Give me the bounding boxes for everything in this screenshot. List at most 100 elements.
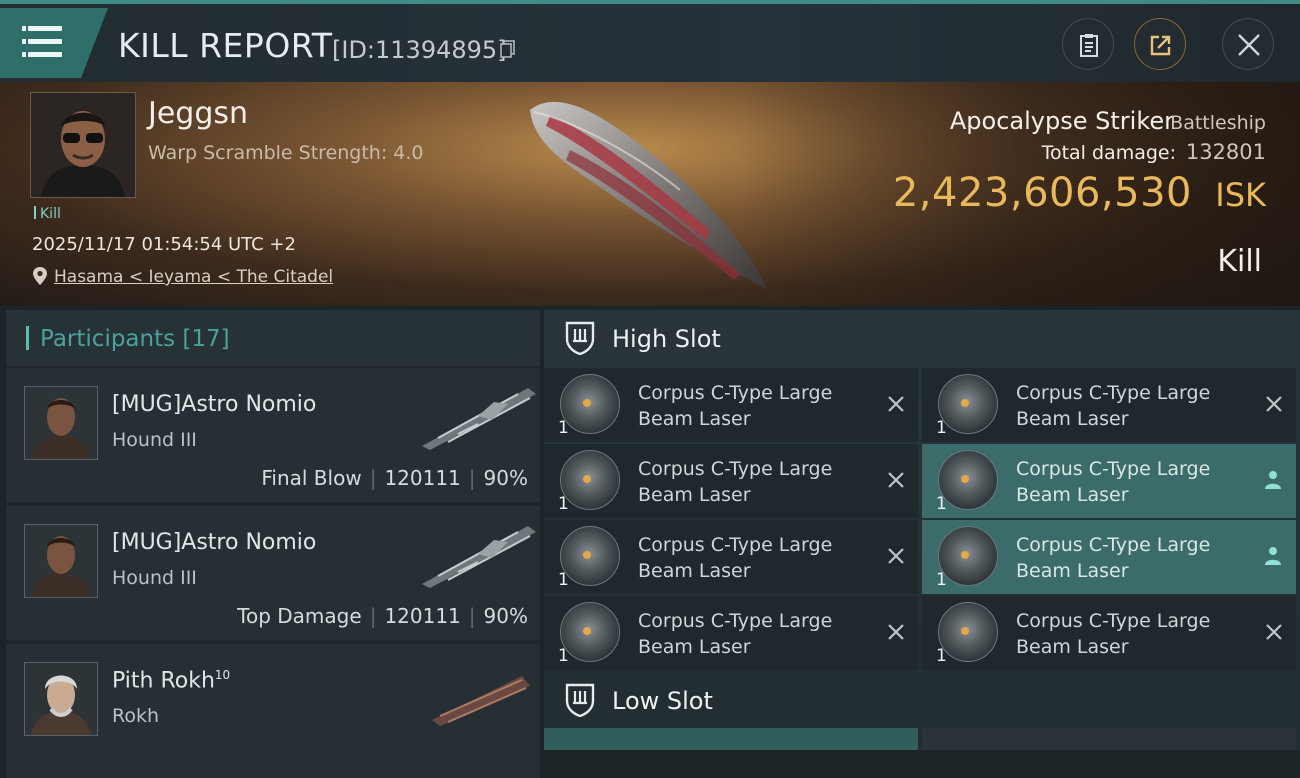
destroyed-icon [888, 548, 904, 564]
participants-label: Participants [17] [40, 326, 230, 352]
module-name: Corpus C-Type Large Beam Laser [1016, 380, 1256, 432]
participant-percent: 90% [483, 466, 528, 490]
module-icon [560, 450, 620, 510]
victim-ship-image[interactable] [510, 90, 790, 300]
avatar [24, 386, 98, 460]
stat-separator: | [468, 604, 476, 628]
module-name-line2: Beam Laser [1016, 484, 1129, 506]
module-item[interactable]: 1 Corpus C-Type Large Beam Laser [544, 444, 918, 518]
victim-portrait[interactable] [30, 92, 136, 198]
module-name-line1: Corpus C-Type Large [638, 382, 833, 404]
participant-stats: Top Damage | 120111 | 90% [237, 604, 528, 628]
avatar [31, 93, 135, 197]
module-name-line1: Corpus C-Type Large [638, 610, 833, 632]
participant-name[interactable]: Pith Rokh10 [112, 668, 230, 693]
module-name-line1: Corpus C-Type Large [1016, 534, 1211, 556]
high-slot-label: High Slot [612, 325, 721, 353]
module-item[interactable]: 1 Corpus C-Type Large Beam Laser [544, 596, 918, 670]
participant-ship: Hound III [112, 429, 197, 451]
module-name-line2: Beam Laser [1016, 560, 1129, 582]
module-quantity: 1 [936, 646, 947, 666]
module-icon [560, 526, 620, 586]
top-bar: KILL REPORT [ID:11394895] [0, 0, 1300, 82]
module-name: Corpus C-Type Large Beam Laser [638, 456, 878, 508]
module-name: Corpus C-Type Large Beam Laser [638, 380, 878, 432]
clipboard-icon [1080, 34, 1098, 57]
close-button[interactable] [1222, 18, 1274, 70]
destroyed-icon [1266, 396, 1282, 412]
module-item[interactable]: 1 Corpus C-Type Large Beam Laser [922, 444, 1296, 518]
share-button[interactable] [1134, 18, 1186, 70]
module-icon [560, 374, 620, 434]
destroyed-icon [888, 472, 904, 488]
low-slot-header: Low Slot [544, 672, 1300, 728]
participant-name[interactable]: [MUG]Astro Nomio [112, 392, 316, 417]
menu-icon-bar [22, 39, 62, 44]
high-slot-icon [565, 321, 595, 355]
module-item[interactable]: 1 Corpus C-Type Large Beam Laser [544, 368, 918, 442]
location-pin-icon [33, 267, 47, 285]
module-name-line2: Beam Laser [638, 408, 751, 430]
module-item[interactable]: 1 Corpus C-Type Large Beam Laser [922, 596, 1296, 670]
destroyed-icon [888, 624, 904, 640]
menu-button[interactable] [0, 8, 108, 78]
module-item-partial[interactable] [922, 728, 1296, 750]
module-name: Corpus C-Type Large Beam Laser [638, 532, 878, 584]
participant-card[interactable]: [MUG]Astro Nomio Hound III Top Damage | 12… [6, 506, 540, 640]
ship-name[interactable]: Apocalypse Striker [950, 107, 1174, 135]
victim-name[interactable]: Jeggsn [148, 96, 248, 131]
person-icon [1265, 471, 1281, 489]
module-icon [938, 602, 998, 662]
module-quantity: 1 [936, 494, 947, 514]
total-damage-label: Total damage: [1041, 142, 1176, 164]
participant-card[interactable]: [MUG]Astro Nomio Hound III Final Blow | 12… [6, 368, 540, 502]
module-name-line1: Corpus C-Type Large [1016, 610, 1211, 632]
menu-icon [22, 26, 62, 31]
participant-ship: Hound III [112, 567, 197, 589]
participant-ship-image [422, 388, 536, 450]
participant-ship-image [422, 526, 536, 588]
participant-damage: 120111 [384, 604, 461, 628]
module-icon [938, 374, 998, 434]
module-name-line1: Corpus C-Type Large [1016, 458, 1211, 480]
module-name-line2: Beam Laser [638, 636, 751, 658]
module-name: Corpus C-Type Large Beam Laser [1016, 456, 1256, 508]
report-id: [ID:11394895] [332, 36, 507, 64]
module-name-line2: Beam Laser [1016, 636, 1129, 658]
isk-unit: ISK [1215, 176, 1266, 214]
module-item-partial[interactable] [544, 728, 918, 750]
page-title: KILL REPORT [118, 26, 333, 65]
high-slot-header: High Slot [544, 310, 1300, 366]
location-link[interactable]: Hasama < Ieyama < The Citadel [54, 267, 333, 287]
module-item[interactable]: 1 Corpus C-Type Large Beam Laser [922, 368, 1296, 442]
module-name-line1: Corpus C-Type Large [638, 458, 833, 480]
report-button[interactable] [1062, 18, 1114, 70]
module-icon [560, 602, 620, 662]
participant-role: Final Blow [261, 466, 362, 490]
copy-icon[interactable] [500, 40, 516, 58]
participant-name-text: Pith Rokh [112, 668, 215, 694]
ship-class: Battleship [1170, 112, 1266, 134]
result-label: Kill [1217, 244, 1262, 279]
module-item[interactable]: 1 Corpus C-Type Large Beam Laser [544, 520, 918, 594]
module-item[interactable]: 1 Corpus C-Type Large Beam Laser [922, 520, 1296, 594]
participant-role: Top Damage [237, 604, 362, 628]
participant-card[interactable]: Pith Rokh10 Rokh [6, 644, 540, 778]
module-icon [938, 450, 998, 510]
fitting-panel: High Slot 1 Corpus C-Type Large Beam Lase… [544, 310, 1300, 750]
stat-separator: | [369, 466, 377, 490]
menu-icon-bar [22, 52, 62, 57]
victim-banner: Jeggsn Warp Scramble Strength: 4.0 Kill … [0, 82, 1300, 306]
module-name-line1: Corpus C-Type Large [1016, 382, 1211, 404]
participant-name[interactable]: [MUG]Astro Nomio [112, 530, 316, 555]
share-icon [1150, 35, 1171, 56]
avatar [24, 662, 98, 736]
module-name: Corpus C-Type Large Beam Laser [638, 608, 878, 660]
destroyed-icon [1266, 624, 1282, 640]
participant-damage: 120111 [384, 466, 461, 490]
participant-percent: 90% [483, 604, 528, 628]
close-icon [1238, 34, 1260, 56]
module-quantity: 1 [558, 570, 569, 590]
module-quantity: 1 [936, 418, 947, 438]
destroyed-icon [888, 396, 904, 412]
